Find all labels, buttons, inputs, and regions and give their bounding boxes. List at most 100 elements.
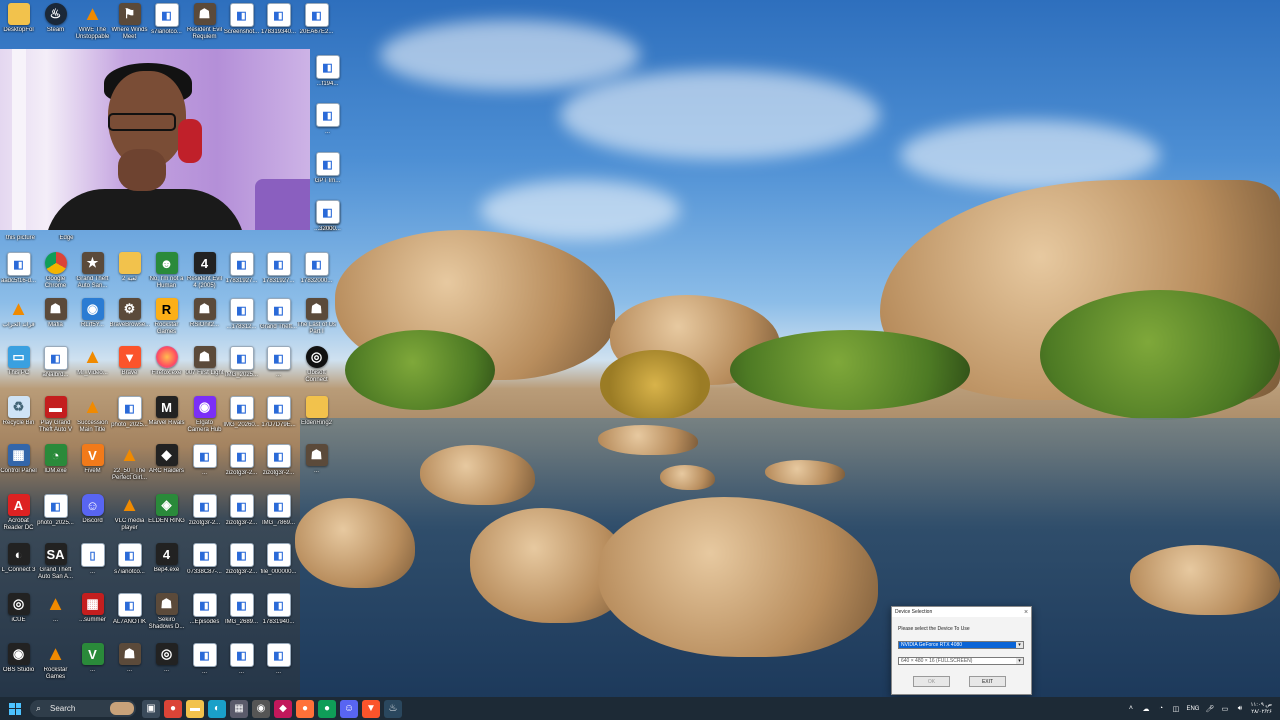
desktop-icon[interactable]: ◧ s7ianotco... [111, 543, 148, 591]
desktop-icon[interactable]: ◧... [186, 643, 223, 691]
desktop-icon[interactable]: ◧ IMG_2689... [223, 593, 260, 641]
taskbar-app-chrome-2[interactable]: ● [318, 699, 336, 718]
taskbar-clock[interactable]: ۱۱:۰۹ ص ۲۸/۰۲/۲۶ [1250, 702, 1272, 716]
desktop-icon[interactable]: R Rockstar Games [148, 298, 185, 346]
taskbar-app-firefox[interactable]: ● [296, 699, 314, 718]
desktop-icon[interactable]: ▭ This PC [0, 346, 37, 394]
desktop-icon[interactable]: A Acrobat Reader DC [0, 494, 37, 542]
language-indicator[interactable]: ENG [1186, 706, 1199, 712]
desktop-icon[interactable]: ◧ Grand Theft... [260, 298, 297, 346]
desktop-icon[interactable]: ◧ ...32000... [309, 200, 346, 248]
desktop-icon[interactable]: ◧ s7ianotco... [148, 3, 185, 51]
desktop-icon[interactable]: ▲ Rockstar Games [37, 643, 74, 691]
desktop-icon[interactable]: ☗... [298, 444, 335, 492]
desktop-icon[interactable]: Firefox.exe [148, 346, 185, 394]
desktop-icon[interactable]: Edge [48, 233, 85, 243]
network-icon[interactable]: ◫ [1171, 704, 1180, 713]
desktop-icon[interactable]: M Marvel Rivals [148, 396, 185, 444]
taskbar-app-steam[interactable]: ♨ [384, 699, 402, 718]
desktop-icon[interactable]: ◎... [148, 643, 185, 691]
desktop-icon[interactable]: ◧... [309, 103, 346, 151]
desktop-icon[interactable]: ☗ The Last of Us Part I [297, 298, 336, 346]
desktop-icon[interactable]: ☗ Sekiro Shadows D... [148, 593, 185, 641]
taskbar-app-media[interactable]: ▦ [230, 699, 248, 718]
desktop-icon[interactable]: 4 Bep4.exe [148, 543, 185, 591]
microphone-icon[interactable]: 🎤︎ [1205, 704, 1215, 713]
desktop-icon[interactable]: ◧ zizotg3r-2... [260, 444, 297, 492]
desktop-icon[interactable]: ◧ zizotg3r-2... [186, 494, 223, 542]
close-icon[interactable]: × [1021, 609, 1031, 616]
cloud-icon[interactable]: ☁ [1141, 704, 1150, 713]
taskbar-app-discord[interactable]: ☺ [340, 699, 358, 718]
desktop-icon[interactable]: ☗ 007 First Light [185, 346, 224, 394]
desktop-icon[interactable]: SA Grand Theft Auto San A... [37, 543, 74, 591]
chevron-up-icon[interactable]: ˄ [1126, 704, 1135, 713]
desktop-icon[interactable]: ☗ Resident Evil Requiem [186, 3, 223, 51]
desktop-icon[interactable]: ◧ 17831927... [260, 252, 297, 300]
desktop-icon[interactable]: ◧ 178319340... [260, 3, 297, 51]
desktop-icon[interactable]: ♨ Steam [37, 3, 74, 51]
desktop-icon[interactable]: V... [74, 643, 111, 691]
desktop-icon[interactable]: ◧ 20EA67E2... [298, 3, 335, 51]
dialog-titlebar[interactable]: Device Selection × [892, 607, 1031, 617]
desktop-icon[interactable]: ◧ photo_2025... [111, 396, 148, 444]
desktop-icon[interactable]: ◧ aadc5f16-d... [0, 252, 37, 300]
desktop-icon[interactable]: ◉ RLrf5Y... [74, 298, 111, 346]
chevron-down-icon[interactable]: ▾ [1016, 642, 1023, 648]
desktop-icon[interactable]: ♻ Recycle Bin [0, 396, 37, 444]
headset-icon[interactable]: ◔ [1156, 704, 1165, 713]
desktop-icon[interactable]: ◧ 07338C87-... [186, 543, 223, 591]
desktop-icon[interactable]: ◧ zizotg3r-2... [223, 543, 260, 591]
desktop-icon[interactable]: ◉ Elgato Camera Hub [186, 396, 223, 444]
desktop-icon[interactable]: ▲ VLC media player [111, 494, 148, 542]
desktop-icon[interactable]: ◧... [260, 643, 297, 691]
desktop-icon[interactable]: ◧... [186, 444, 223, 492]
desktop-icon[interactable]: ◧ ...f194... [309, 55, 346, 103]
taskbar-app-file-explorer[interactable]: ▬ [186, 699, 204, 718]
chevron-down-icon[interactable]: ▾ [1016, 658, 1023, 664]
desktop-icon[interactable]: ◧ Screenshot... [223, 3, 260, 51]
taskbar-app-chrome[interactable]: ● [164, 699, 182, 718]
desktop-icon[interactable]: ▲ قراند الحراب [0, 298, 37, 346]
device-select[interactable]: NVIDIA GeForce RTX 4080 ▾ [898, 641, 1024, 649]
monitor-icon[interactable]: ▭ [1220, 704, 1229, 713]
desktop-icon[interactable]: ⚑ Where Winds Meet [111, 3, 148, 51]
desktop-icon[interactable]: ◧ IMG_20260... [223, 396, 260, 444]
desktop-icon[interactable]: ◧ IMG_7869... [260, 494, 297, 542]
desktop-icon[interactable]: ◧... [260, 346, 297, 394]
desktop-icon[interactable]: ◧... [223, 643, 260, 691]
desktop-icon[interactable]: ▲ WWE The Unstoppable [74, 3, 111, 51]
desktop-icon[interactable]: V FiveM [74, 444, 111, 492]
desktop-icon[interactable]: ◧ IMG_2025... [223, 346, 260, 394]
desktop-icon[interactable]: ▯... [74, 543, 111, 591]
desktop-icon[interactable]: ◧ file_000000... [260, 543, 297, 591]
desktop-icon[interactable]: ▲ Succession Main Title [74, 396, 111, 444]
display-mode-select[interactable]: 640 × 480 × 16 (FULLSCREEN) ▾ [898, 657, 1024, 665]
desktop-icon[interactable]: ☗ Mafia [37, 298, 74, 346]
desktop-icon[interactable]: ☺ Discord [74, 494, 111, 542]
desktop-icon[interactable]: ◉ OBS Studio [0, 643, 37, 691]
desktop-icon[interactable]: ◈ ELDEN RING [148, 494, 185, 542]
desktop-icon[interactable]: ◐ L_Connect 3 [0, 543, 37, 591]
desktop-icon[interactable]: ◎ iCUE [0, 593, 37, 641]
taskbar-app-camera[interactable]: ◉ [252, 699, 270, 718]
desktop-icon[interactable]: DesktopFol [0, 3, 37, 51]
desktop-icon[interactable]: this picture [2, 233, 39, 243]
desktop-icon[interactable]: ▦ ...summer [74, 593, 111, 641]
desktop-icon[interactable]: لعبة 2 [111, 252, 148, 300]
desktop-icon[interactable]: ▲ 22_50_ The Perfect Girl... [111, 444, 148, 492]
taskbar-app-app-pink[interactable]: ◆ [274, 699, 292, 718]
desktop-icon[interactable]: ◧ aNalbrd... [37, 346, 74, 394]
desktop-icon[interactable]: ◧ ...Episodes [186, 593, 223, 641]
desktop-icon[interactable]: ◧ 17831927... [223, 252, 260, 300]
desktop-icon[interactable]: ▲... [37, 593, 74, 641]
taskbar-app-brave[interactable]: ▼ [362, 699, 380, 718]
taskbar-app-edge[interactable]: ◐ [208, 699, 226, 718]
desktop-icon[interactable]: ☗ RSiOnit2... [186, 298, 223, 346]
desktop-icon[interactable]: ◧ GPT Im... [309, 152, 346, 200]
desktop-icon[interactable]: ◧ 17D7D79E... [260, 396, 297, 444]
desktop-icon[interactable]: EldenRing2 [298, 396, 335, 444]
desktop-icon[interactable]: ▦ Control Panel [0, 444, 37, 492]
desktop-icon[interactable]: ★ Grand Theft Auto San... [74, 252, 111, 300]
exit-button[interactable]: EXIT [969, 676, 1006, 687]
